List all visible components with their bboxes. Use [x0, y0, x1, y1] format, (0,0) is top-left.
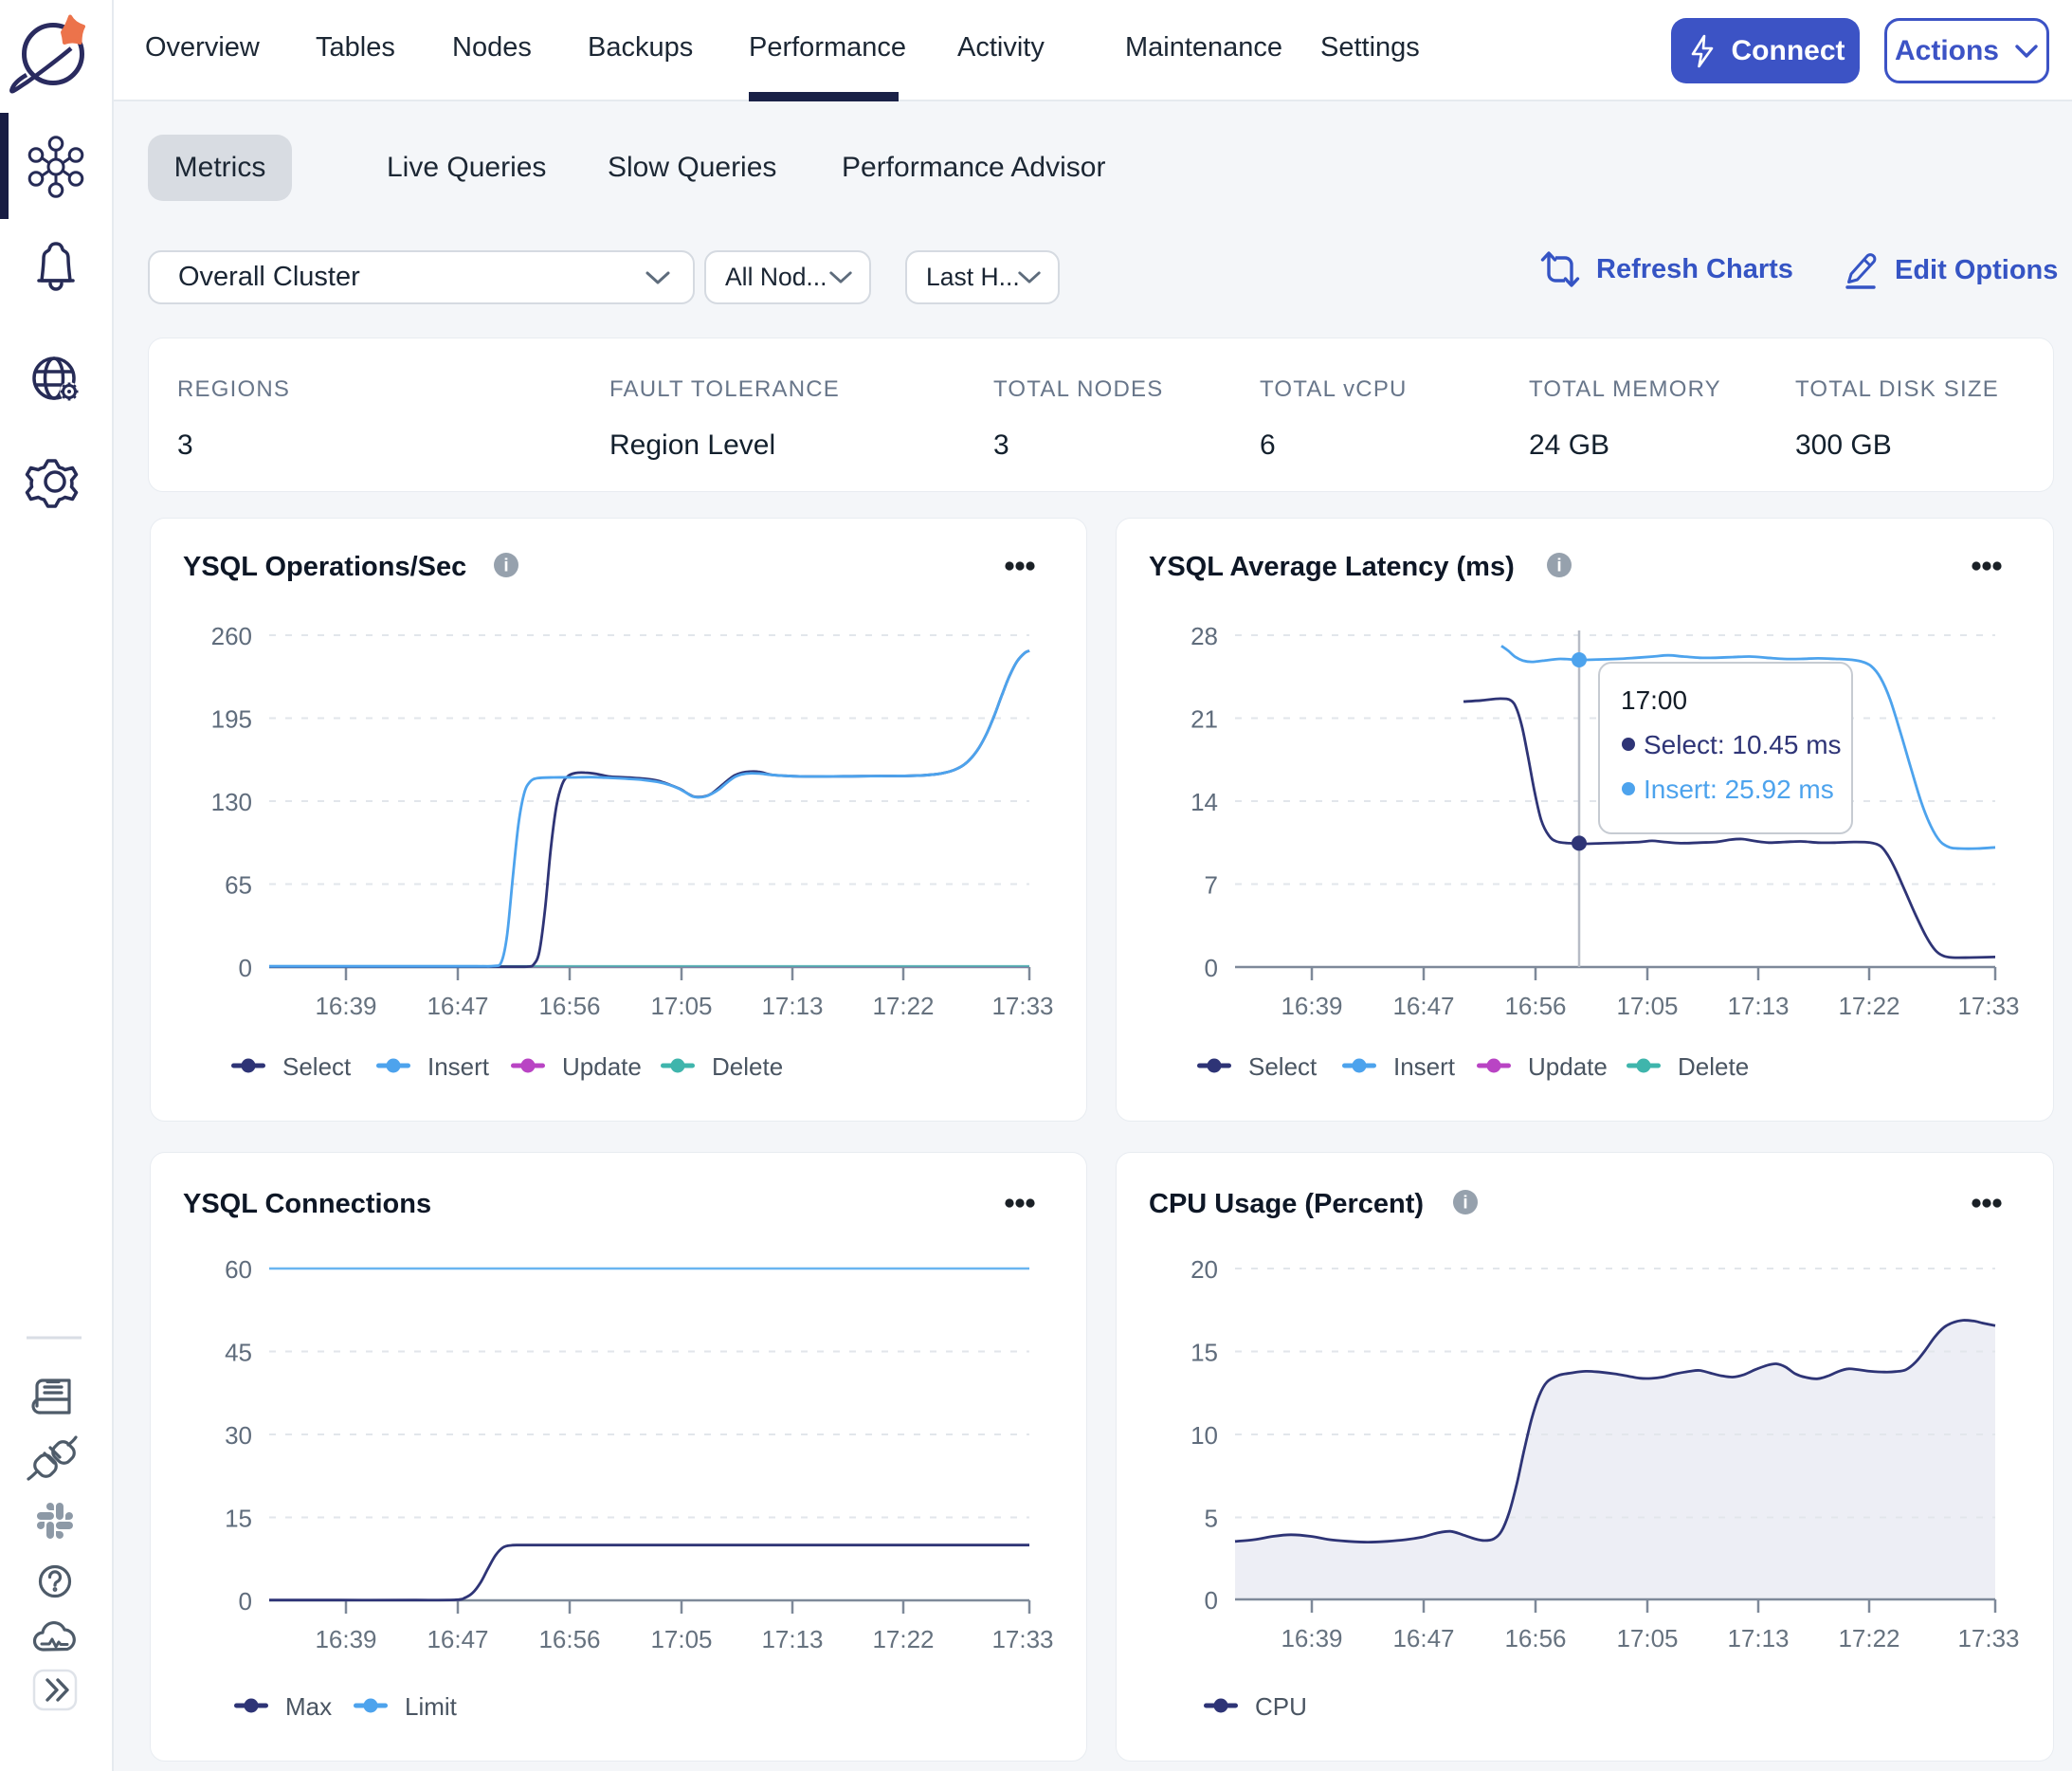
svg-text:Max: Max: [285, 1692, 332, 1721]
svg-text:195: 195: [211, 705, 252, 734]
svg-text:65: 65: [225, 871, 252, 900]
svg-text:17:33: 17:33: [991, 1625, 1053, 1653]
svg-text:14: 14: [1190, 788, 1218, 816]
svg-text:i: i: [503, 557, 508, 576]
svg-text:YSQL Average Latency (ms): YSQL Average Latency (ms): [1149, 552, 1515, 582]
svg-text:Insert: Insert: [1393, 1052, 1456, 1081]
svg-text:Select: Select: [1248, 1052, 1318, 1081]
svg-text:Limit: Limit: [405, 1692, 458, 1721]
svg-text:30: 30: [225, 1421, 252, 1450]
svg-text:Delete: Delete: [1678, 1052, 1749, 1081]
svg-text:16:56: 16:56: [1504, 1624, 1566, 1652]
svg-text:260: 260: [211, 622, 252, 650]
svg-text:17:33: 17:33: [991, 992, 1053, 1020]
svg-text:45: 45: [225, 1339, 252, 1367]
svg-text:21: 21: [1190, 705, 1218, 734]
svg-text:17:22: 17:22: [1838, 992, 1899, 1020]
svg-text:17:22: 17:22: [872, 992, 934, 1020]
svg-text:16:39: 16:39: [315, 1625, 376, 1653]
svg-text:10: 10: [1190, 1421, 1218, 1450]
svg-text:17:00: 17:00: [1621, 685, 1687, 715]
svg-text:16:39: 16:39: [1281, 1624, 1342, 1652]
svg-text:16:56: 16:56: [538, 992, 600, 1020]
svg-text:16:56: 16:56: [1504, 992, 1566, 1020]
svg-text:0: 0: [1205, 954, 1218, 982]
svg-text:60: 60: [225, 1255, 252, 1284]
svg-text:20: 20: [1190, 1255, 1218, 1284]
svg-text:Select: 10.45 ms: Select: 10.45 ms: [1644, 730, 1842, 759]
svg-text:16:56: 16:56: [538, 1625, 600, 1653]
svg-text:17:13: 17:13: [761, 1625, 823, 1653]
svg-text:17:22: 17:22: [1838, 1624, 1899, 1652]
svg-text:Select: Select: [282, 1052, 352, 1081]
svg-text:0: 0: [239, 954, 252, 982]
svg-text:28: 28: [1190, 622, 1218, 650]
svg-text:17:22: 17:22: [872, 1625, 934, 1653]
svg-text:15: 15: [1190, 1339, 1218, 1367]
svg-text:YSQL Connections: YSQL Connections: [183, 1189, 431, 1219]
svg-text:16:47: 16:47: [1392, 992, 1454, 1020]
svg-text:i: i: [1556, 557, 1561, 576]
svg-text:17:33: 17:33: [1957, 992, 2019, 1020]
svg-text:17:05: 17:05: [1616, 1624, 1678, 1652]
svg-text:17:05: 17:05: [650, 1625, 712, 1653]
svg-text:17:13: 17:13: [1727, 1624, 1789, 1652]
svg-text:0: 0: [239, 1587, 252, 1616]
svg-text:16:39: 16:39: [1281, 992, 1342, 1020]
svg-text:16:39: 16:39: [315, 992, 376, 1020]
svg-text:16:47: 16:47: [427, 992, 488, 1020]
svg-text:17:05: 17:05: [1616, 992, 1678, 1020]
svg-text:i: i: [1463, 1194, 1467, 1214]
svg-text:16:47: 16:47: [1392, 1624, 1454, 1652]
svg-text:YSQL Operations/Sec: YSQL Operations/Sec: [183, 552, 466, 582]
svg-text:0: 0: [1205, 1586, 1218, 1615]
svg-text:Delete: Delete: [712, 1052, 783, 1081]
svg-text:7: 7: [1205, 871, 1218, 900]
svg-text:Insert: 25.92 ms: Insert: 25.92 ms: [1644, 775, 1834, 804]
svg-text:5: 5: [1205, 1505, 1218, 1533]
svg-text:17:13: 17:13: [761, 992, 823, 1020]
svg-text:CPU: CPU: [1255, 1692, 1307, 1721]
svg-text:Insert: Insert: [427, 1052, 490, 1081]
svg-text:Update: Update: [562, 1052, 642, 1081]
svg-text:130: 130: [211, 788, 252, 816]
svg-text:17:05: 17:05: [650, 992, 712, 1020]
svg-text:CPU Usage (Percent): CPU Usage (Percent): [1149, 1189, 1424, 1219]
svg-text:17:33: 17:33: [1957, 1624, 2019, 1652]
svg-text:17:13: 17:13: [1727, 992, 1789, 1020]
svg-text:16:47: 16:47: [427, 1625, 488, 1653]
svg-text:Update: Update: [1528, 1052, 1608, 1081]
svg-text:15: 15: [225, 1505, 252, 1533]
